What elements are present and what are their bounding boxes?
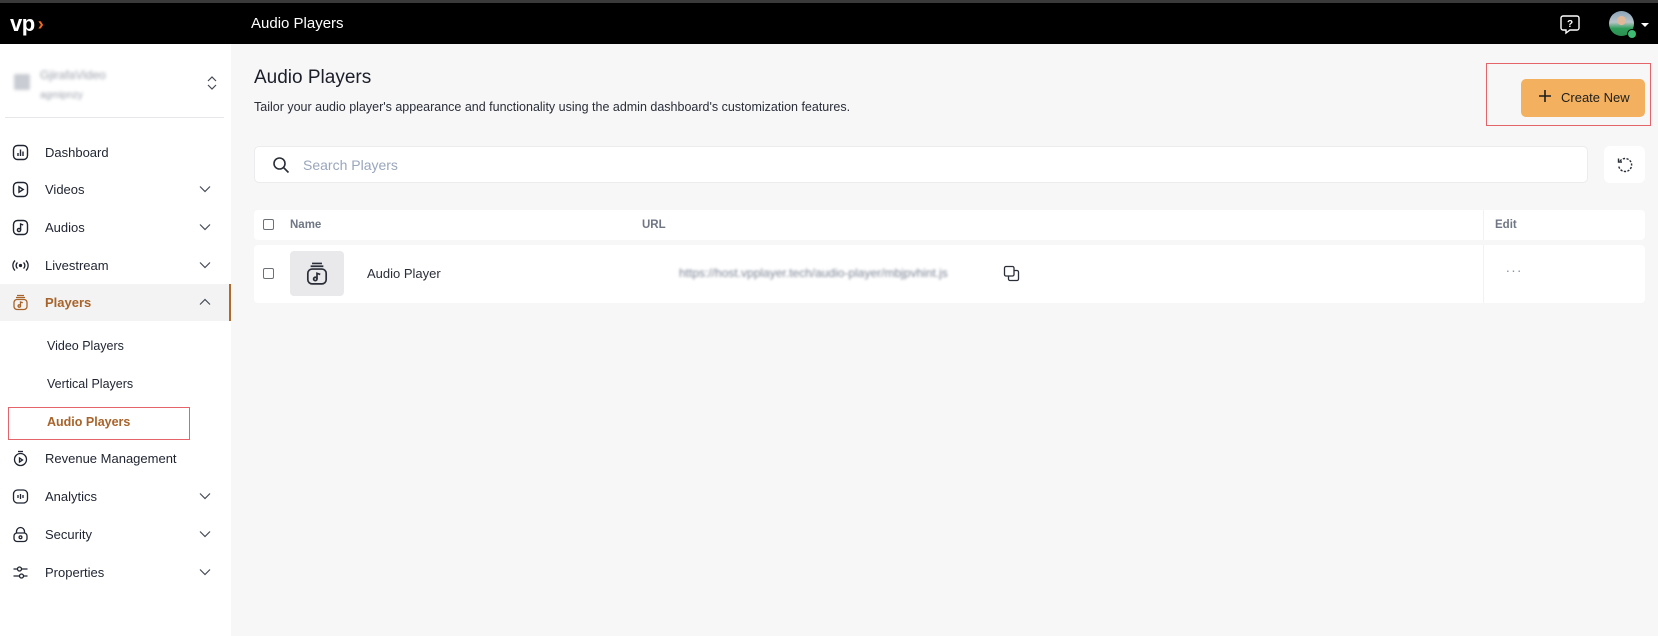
chevron-down-icon [199,531,211,538]
org-logo [14,74,30,90]
topbar-title: Audio Players [251,15,344,32]
sidebar-item-label: Audios [45,220,85,235]
sidebar-item-properties[interactable]: Properties [0,554,231,591]
org-id: agmipnzy [40,90,83,101]
lock-icon [13,526,28,543]
search-bar [254,146,1588,183]
help-chat-icon[interactable]: ? [1559,13,1581,35]
create-new-button[interactable]: Create New [1521,79,1645,117]
sidebar-item-label: Security [45,527,92,542]
chevron-up-down-icon[interactable] [205,74,219,92]
top-bar: vp › Audio Players ? [0,3,1658,44]
music-note-icon [12,219,29,236]
chevron-down-icon [199,224,211,231]
sidebar-subitem-label: Video Players [47,339,124,353]
chevron-down-icon [199,262,211,269]
refresh-button[interactable] [1604,146,1645,183]
sidebar-subitem-vertical-players[interactable]: Vertical Players [0,369,231,399]
player-thumbnail [290,251,344,296]
online-status-indicator [1627,29,1637,39]
column-divider [1483,210,1484,240]
sidebar: GjirafaVideo agmipnzy Dashboard Videos A… [0,44,231,636]
chevron-down-icon [199,569,211,576]
column-header-name[interactable]: Name [290,219,321,231]
broadcast-icon [12,260,29,271]
user-avatar[interactable] [1609,11,1637,39]
sidebar-item-analytics[interactable]: Analytics [0,478,231,515]
sidebar-item-security[interactable]: Security [0,516,231,553]
sliders-icon [13,566,28,579]
sidebar-divider [5,117,224,118]
player-jar-icon [13,294,28,311]
sidebar-item-livestream[interactable]: Livestream [0,247,231,284]
page-title: Audio Players [254,67,372,88]
logo-text: vp [10,11,35,36]
analytics-icon [12,489,29,504]
sidebar-item-audios[interactable]: Audios [0,209,231,246]
video-play-icon [12,181,29,198]
logo-mark: › [37,13,44,34]
main-content: Audio Players Tailor your audio player's… [231,44,1658,636]
search-input[interactable] [303,154,1503,176]
stopwatch-icon [13,450,28,467]
user-menu-caret-icon[interactable] [1641,23,1649,27]
chevron-down-icon [199,493,211,500]
sidebar-subitem-audio-players[interactable]: Audio Players [0,407,231,437]
sidebar-item-label: Analytics [45,489,98,504]
sidebar-subitem-label: Vertical Players [47,377,134,391]
plus-icon [1539,90,1551,102]
column-header-url: URL [642,219,666,231]
org-name: GjirafaVideo [40,68,106,82]
sidebar-item-players[interactable]: Players [0,284,231,321]
sidebar-item-revenue-management[interactable]: Revenue Management [0,440,231,477]
sidebar-item-label: Videos [45,182,85,197]
table-row[interactable]: Audio Player https://host.vpplayer.tech/… [254,245,1645,303]
org-switcher[interactable]: GjirafaVideo agmipnzy [0,44,231,117]
sidebar-item-label: Revenue Management [45,451,177,466]
chevron-down-icon [199,186,211,193]
svg-text:?: ? [1567,19,1573,30]
search-icon [273,157,290,174]
copy-icon[interactable] [1003,265,1020,282]
sidebar-subitem-label: Audio Players [47,415,131,429]
dashboard-chart-icon [12,144,29,161]
page-description: Tailor your audio player's appearance an… [254,100,851,114]
sidebar-subitem-video-players[interactable]: Video Players [0,331,231,361]
sidebar-item-label: Players [45,295,92,310]
column-header-edit: Edit [1495,219,1517,231]
audio-player-icon [306,262,328,285]
player-url: https://host.vpplayer.tech/audio-player/… [679,266,948,280]
chevron-up-icon [199,298,211,305]
refresh-icon [1617,157,1633,173]
more-options-icon[interactable]: ··· [1504,263,1524,281]
sidebar-item-videos[interactable]: Videos [0,171,231,208]
create-new-label: Create New [1561,90,1630,105]
sidebar-item-dashboard[interactable]: Dashboard [0,134,231,171]
player-name[interactable]: Audio Player [367,266,441,281]
sidebar-item-label: Livestream [45,258,109,273]
select-all-checkbox[interactable] [263,219,274,230]
app-logo[interactable]: vp › [10,11,44,37]
sidebar-item-label: Properties [45,565,105,580]
column-divider [1483,245,1484,303]
sidebar-item-label: Dashboard [45,145,109,160]
row-checkbox[interactable] [263,268,274,279]
table-header: Name URL Edit [254,210,1645,240]
